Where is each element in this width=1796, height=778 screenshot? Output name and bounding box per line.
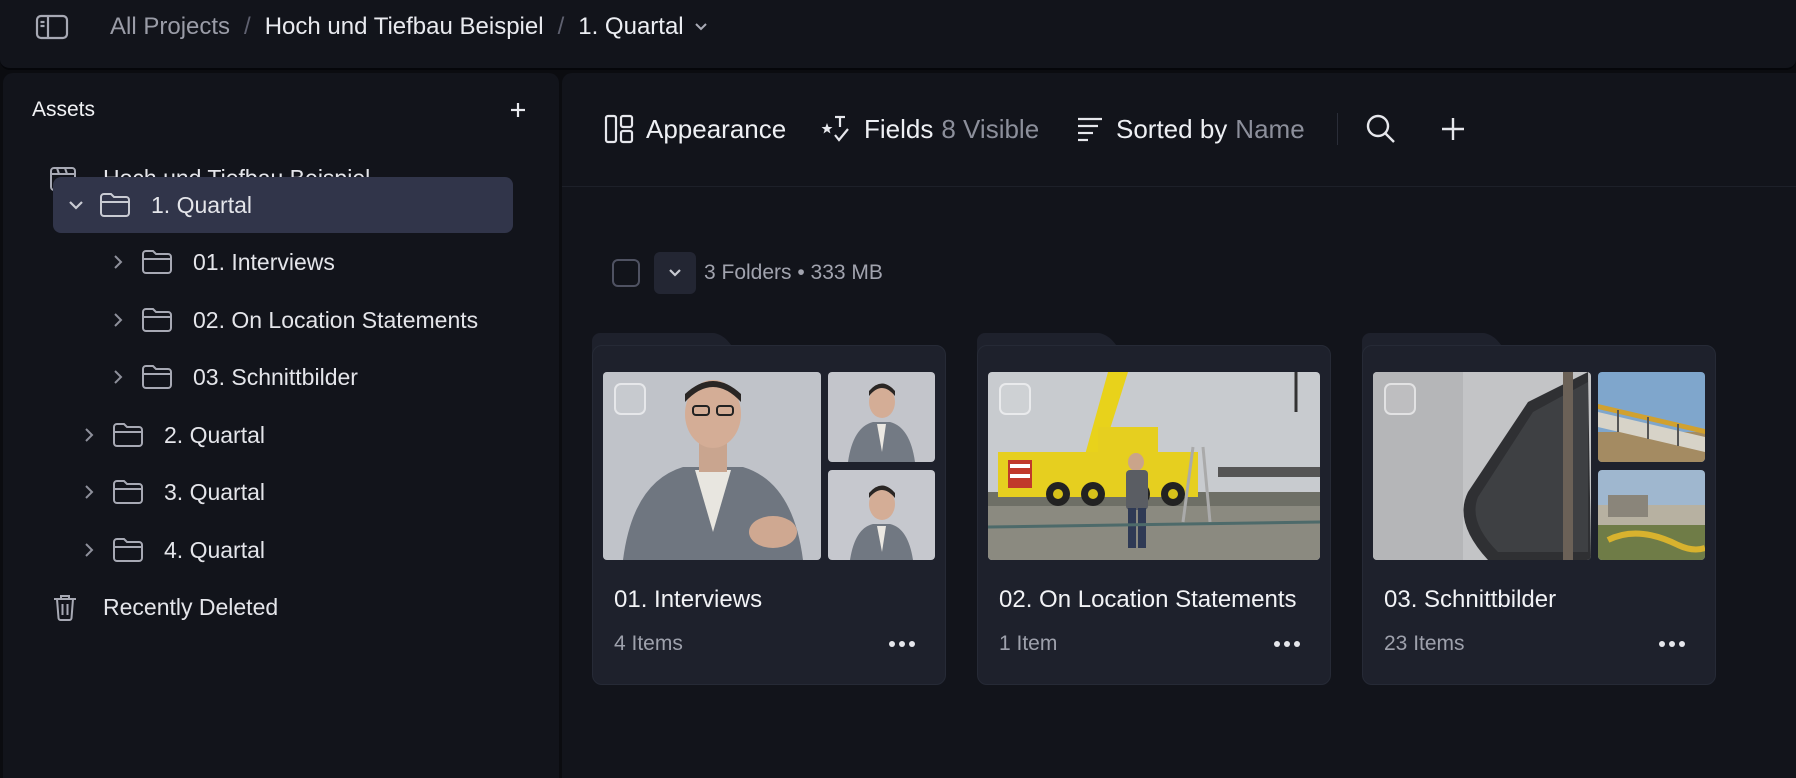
more-options-icon[interactable] — [885, 632, 919, 656]
sidebar-item-label: Recently Deleted — [103, 593, 279, 620]
appearance-label: Appearance — [646, 113, 787, 144]
search-icon — [1366, 114, 1395, 143]
toolbar: Appearance Fields 8 Visible Sorted by Na… — [562, 73, 1796, 187]
layout-icon — [604, 114, 634, 144]
card-body: 03. Schnittbilder 23 Items — [1362, 345, 1716, 685]
search-button[interactable] — [1362, 110, 1400, 148]
folder-card-interviews[interactable]: 01. Interviews 4 Items — [592, 333, 946, 685]
sidebar-item-label: 4. Quartal — [164, 536, 265, 563]
sidebar-item-quartal-3[interactable]: 3. Quartal — [78, 464, 518, 520]
sidebar-item-label: 1. Quartal — [151, 191, 252, 218]
folder-icon — [139, 305, 175, 335]
folder-icon — [110, 477, 146, 507]
sidebar-item-interviews[interactable]: 01. Interviews — [107, 234, 527, 290]
folder-icon — [139, 247, 175, 277]
sidebar-toggle-icon[interactable] — [34, 13, 70, 41]
sidebar-item-label: 2. Quartal — [164, 421, 265, 448]
more-options-icon[interactable] — [1270, 632, 1304, 656]
card-title: 03. Schnittbilder — [1384, 586, 1557, 613]
thumbnail-image — [1598, 372, 1705, 462]
card-item-count: 23 Items — [1384, 632, 1465, 655]
card-title: 01. Interviews — [614, 586, 763, 613]
more-options-icon[interactable] — [1655, 632, 1689, 656]
trash-icon — [47, 592, 83, 622]
breadcrumb-separator: / — [557, 13, 565, 40]
sidebar-item-quartal-1[interactable]: 1. Quartal — [53, 177, 513, 233]
card-thumbnails — [603, 372, 935, 560]
fields-button[interactable]: Fields 8 Visible — [820, 111, 1039, 147]
chevron-right-icon[interactable] — [78, 539, 100, 561]
card-item-count: 1 Item — [999, 632, 1058, 655]
assets-sidebar: Assets Hoch und Tiefbau Beispiel 1. Quar… — [3, 73, 559, 778]
fields-icon — [821, 115, 849, 142]
sidebar-header: Assets — [32, 95, 533, 125]
card-checkbox[interactable] — [999, 383, 1031, 415]
card-body: 01. Interviews 4 Items — [592, 345, 946, 685]
sidebar-item-label: 3. Quartal — [164, 478, 265, 505]
sidebar-item-quartal-2[interactable]: 2. Quartal — [78, 407, 518, 463]
breadcrumb: All Projects / Hoch und Tiefbau Beispiel… — [110, 10, 708, 44]
card-thumbnails — [1373, 372, 1705, 560]
fields-label: Fields — [864, 113, 934, 144]
sidebar-item-recently-deleted[interactable]: Recently Deleted — [47, 579, 507, 635]
select-menu-button[interactable] — [654, 252, 696, 294]
sort-label: Sorted by — [1116, 113, 1228, 144]
chevron-down-icon — [694, 23, 707, 31]
thumbnail-image — [1598, 470, 1705, 560]
card-thumbnails — [988, 372, 1320, 560]
fields-count: 8 Visible — [941, 113, 1040, 144]
breadcrumb-project[interactable]: Hoch und Tiefbau Beispiel — [265, 13, 544, 41]
thumbnail-image — [988, 372, 1320, 560]
top-bar: All Projects / Hoch und Tiefbau Beispiel… — [0, 0, 1796, 70]
breadcrumb-current-label: 1. Quartal — [578, 13, 684, 40]
plus-icon — [1442, 118, 1464, 140]
breadcrumb-current[interactable]: 1. Quartal — [578, 13, 707, 41]
sidebar-item-on-location[interactable]: 02. On Location Statements — [107, 292, 527, 348]
folder-icon — [110, 420, 146, 450]
sidebar-item-quartal-4[interactable]: 4. Quartal — [78, 522, 518, 578]
sort-button[interactable]: Sorted by Name — [1076, 111, 1305, 147]
chevron-down-icon[interactable] — [65, 194, 87, 216]
thumbnail-image — [828, 372, 935, 462]
chevron-right-icon[interactable] — [78, 481, 100, 503]
add-asset-button[interactable] — [503, 95, 533, 125]
card-checkbox[interactable] — [1384, 383, 1416, 415]
folder-icon — [139, 362, 175, 392]
folder-icon — [110, 535, 146, 565]
chevron-down-icon — [669, 269, 681, 277]
chevron-right-icon[interactable] — [78, 424, 100, 446]
chevron-right-icon[interactable] — [107, 366, 129, 388]
folder-icon — [97, 190, 133, 220]
plus-icon — [511, 103, 525, 117]
breadcrumb-separator: / — [244, 13, 251, 40]
breadcrumb-all-projects[interactable]: All Projects — [110, 13, 230, 41]
sort-field: Name — [1235, 113, 1305, 144]
folder-card-on-location[interactable]: 02. On Location Statements 1 Item — [977, 333, 1331, 685]
select-all-checkbox[interactable] — [612, 259, 640, 287]
folder-summary-text: 3 Folders • 333 MB — [704, 261, 883, 284]
main-content: Appearance Fields 8 Visible Sorted by Na… — [562, 73, 1796, 778]
card-title: 02. On Location Statements — [999, 586, 1297, 613]
card-checkbox[interactable] — [614, 383, 646, 415]
sidebar-item-schnittbilder[interactable]: 03. Schnittbilder — [107, 349, 527, 405]
chevron-right-icon[interactable] — [107, 309, 129, 331]
appearance-button[interactable]: Appearance — [604, 111, 786, 147]
toolbar-divider — [1337, 113, 1338, 145]
add-button[interactable] — [1434, 110, 1472, 148]
card-body: 02. On Location Statements 1 Item — [977, 345, 1331, 685]
sort-lines-icon — [1078, 117, 1102, 142]
sidebar-item-label: 02. On Location Statements — [193, 306, 479, 333]
card-item-count: 4 Items — [614, 632, 683, 655]
sidebar-item-label: 03. Schnittbilder — [193, 363, 358, 390]
folder-card-schnittbilder[interactable]: 03. Schnittbilder 23 Items — [1362, 333, 1716, 685]
chevron-right-icon[interactable] — [107, 251, 129, 273]
thumbnail-image — [828, 470, 935, 560]
sidebar-title: Assets — [32, 98, 96, 121]
selection-summary: 3 Folders • 333 MB — [612, 252, 883, 294]
sidebar-item-label: 01. Interviews — [193, 248, 335, 275]
